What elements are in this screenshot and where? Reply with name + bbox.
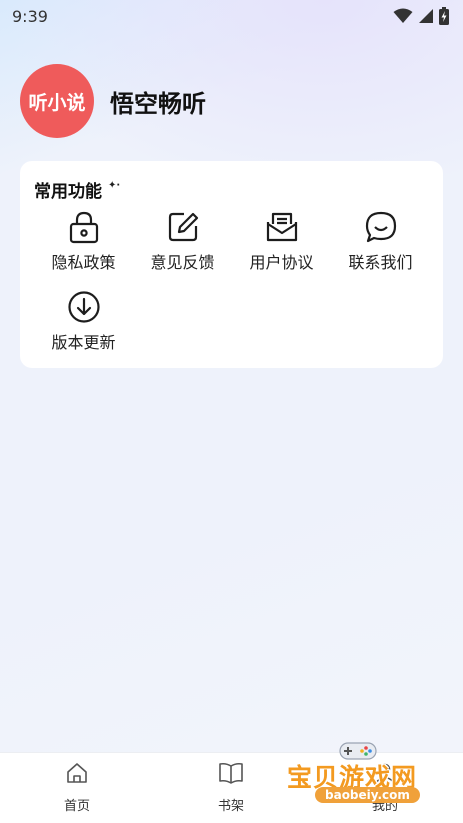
card-title: 常用功能 ✦·	[34, 177, 120, 202]
tab-label: 我的	[371, 799, 398, 814]
edit-icon	[165, 209, 201, 245]
tab-label: 书架	[217, 799, 244, 814]
avatar[interactable]: 听小说	[20, 64, 94, 138]
function-label: 版本更新	[51, 333, 116, 352]
card-title-text: 常用功能	[34, 182, 102, 202]
status-icons	[393, 7, 449, 25]
function-label: 隐私政策	[51, 253, 116, 272]
common-functions-card: 常用功能 ✦· 隐私政策 意见反馈 用户协议 联系我们 版本更新	[20, 161, 443, 368]
tab-label: 首页	[63, 799, 90, 814]
version-update-button[interactable]: 版本更新	[34, 289, 133, 353]
app-name: 悟空畅听	[110, 89, 206, 118]
download-icon	[66, 289, 102, 325]
status-bar: 9:39	[0, 0, 463, 32]
profile-header: 听小说 悟空畅听	[20, 64, 206, 138]
tab-mine[interactable]: 我的	[345, 761, 425, 814]
status-time: 9:39	[12, 6, 48, 26]
user-agreement-button[interactable]: 用户协议	[232, 209, 331, 273]
battery-charging-icon	[439, 7, 449, 25]
book-icon	[218, 761, 244, 789]
mail-icon	[264, 209, 300, 245]
sparkle-icon: ✦·	[108, 180, 121, 191]
contact-us-button[interactable]: 联系我们	[331, 209, 430, 273]
chat-icon	[363, 209, 399, 245]
tab-bookshelf[interactable]: 书架	[191, 761, 271, 814]
bottom-tab-bar: 首页 书架 我的	[0, 752, 463, 823]
signal-icon	[418, 8, 434, 24]
feedback-button[interactable]: 意见反馈	[133, 209, 232, 273]
tab-home[interactable]: 首页	[37, 761, 117, 814]
lock-icon	[66, 209, 102, 245]
home-icon	[65, 761, 89, 789]
function-label: 联系我们	[348, 253, 413, 272]
wifi-icon	[393, 8, 413, 24]
function-label: 意见反馈	[150, 253, 215, 272]
user-icon	[373, 761, 397, 789]
function-grid: 隐私政策 意见反馈 用户协议 联系我们 版本更新	[34, 209, 430, 353]
privacy-policy-button[interactable]: 隐私政策	[34, 209, 133, 273]
function-label: 用户协议	[249, 253, 314, 272]
